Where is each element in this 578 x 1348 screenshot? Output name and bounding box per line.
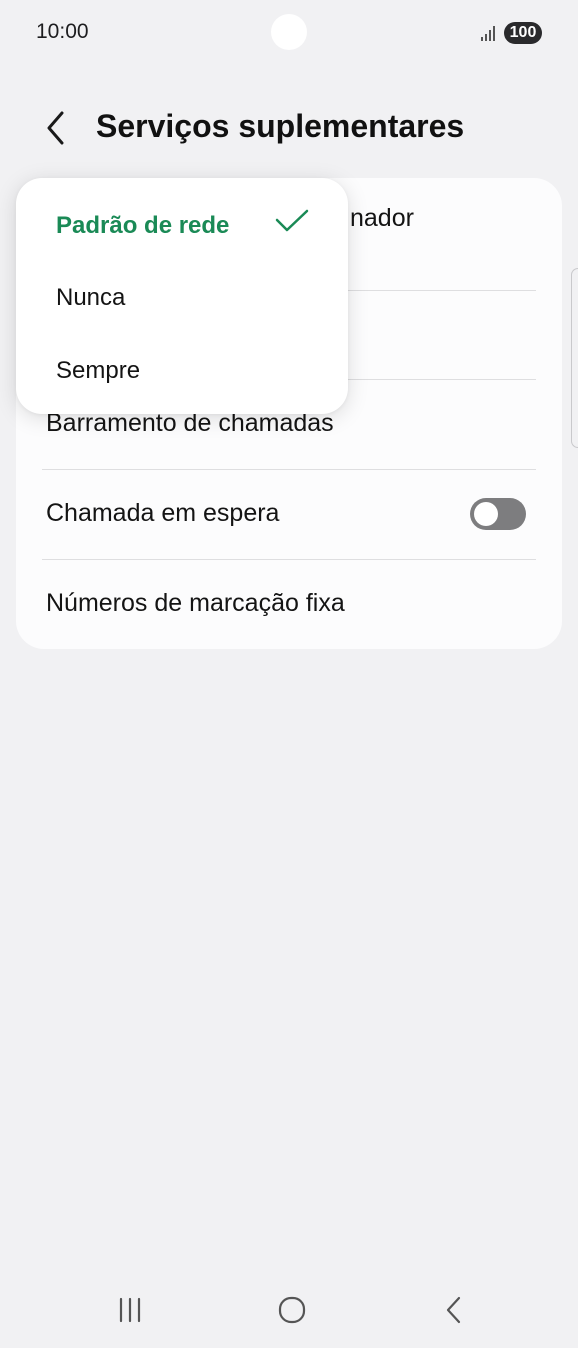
setting-row-fixed-dialing-label: Números de marcação fixa <box>46 589 345 617</box>
call-waiting-toggle[interactable] <box>470 498 526 530</box>
recents-button[interactable] <box>110 1290 150 1330</box>
header: Serviços suplementares <box>0 96 578 158</box>
home-icon <box>278 1296 306 1324</box>
edge-panel-handle[interactable] <box>571 268 578 448</box>
menu-item-network-default[interactable]: Padrão de rede <box>16 188 348 260</box>
menu-item-network-default-label: Padrão de rede <box>56 212 230 239</box>
setting-row-fixed-dialing[interactable]: Números de marcação fixa <box>16 560 562 650</box>
menu-item-always[interactable]: Sempre <box>16 333 348 405</box>
battery-badge: 100 <box>504 22 542 44</box>
setting-row-caller-id-fragment: nador <box>350 204 414 232</box>
signal-bars-icon <box>481 26 495 41</box>
status-bar: 10:00 100 <box>0 0 578 70</box>
navigation-bar <box>0 1270 578 1348</box>
caller-id-popup-menu: Padrão de rede Nunca Sempre <box>16 178 348 414</box>
back-button[interactable] <box>38 108 74 148</box>
check-icon <box>275 209 309 232</box>
menu-item-always-label: Sempre <box>56 357 141 384</box>
back-nav-button[interactable] <box>434 1290 474 1330</box>
chevron-left-icon <box>47 111 64 145</box>
recents-icon <box>119 1297 141 1323</box>
camera-cutout <box>271 14 307 50</box>
back-nav-icon <box>446 1296 461 1324</box>
menu-item-never-label: Nunca <box>56 284 126 311</box>
toggle-knob <box>474 502 498 526</box>
page-title: Serviços suplementares <box>96 108 465 144</box>
home-button[interactable] <box>272 1290 312 1330</box>
setting-row-call-waiting-label: Chamada em espera <box>46 499 280 527</box>
menu-item-never[interactable]: Nunca <box>16 260 348 332</box>
status-time: 10:00 <box>36 20 89 43</box>
